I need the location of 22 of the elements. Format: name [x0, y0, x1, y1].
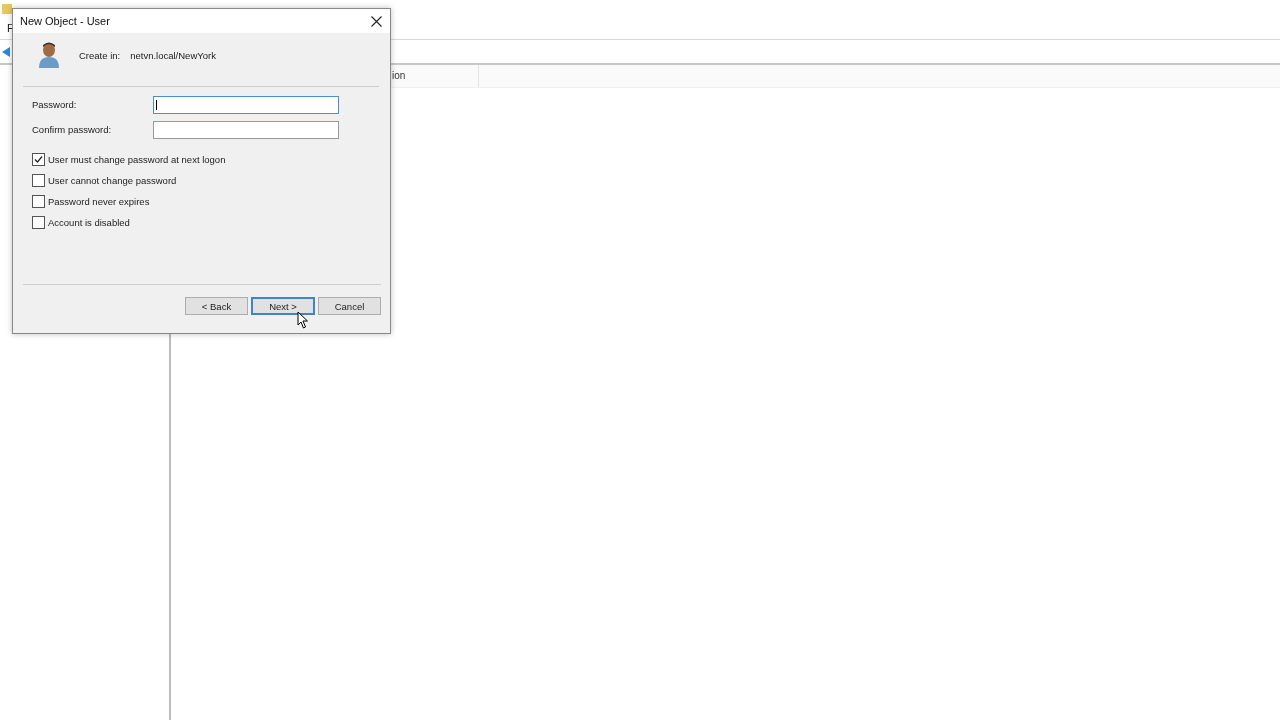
checkbox-label[interactable]: Password never expires	[48, 196, 150, 207]
checkbox[interactable]	[32, 153, 45, 166]
checkbox-label[interactable]: Account is disabled	[48, 217, 130, 228]
dialog-button[interactable]: Next >	[251, 297, 315, 315]
checkbox-label[interactable]: User must change password at next logon	[48, 154, 226, 165]
password-field[interactable]	[153, 95, 339, 114]
folder-icon	[2, 4, 12, 14]
checkbox[interactable]	[32, 195, 45, 208]
mouse-pointer-icon	[297, 311, 309, 329]
password-field[interactable]	[153, 120, 339, 139]
dialog-button[interactable]: Cancel	[318, 297, 381, 315]
checkbox[interactable]	[32, 216, 45, 229]
field-label: Password:	[32, 99, 78, 110]
checkbox[interactable]	[32, 174, 45, 187]
close-icon[interactable]	[371, 15, 382, 27]
create-in-label: Create in:	[79, 49, 121, 61]
container-path: netvn.local/NewYork	[130, 49, 216, 61]
checkbox-label[interactable]: User cannot change password	[48, 175, 177, 186]
user-icon	[37, 41, 61, 69]
window-title: New Object - User	[20, 15, 110, 27]
dialog-button[interactable]: < Back	[185, 297, 248, 315]
field-label: Confirm password:	[32, 124, 113, 135]
